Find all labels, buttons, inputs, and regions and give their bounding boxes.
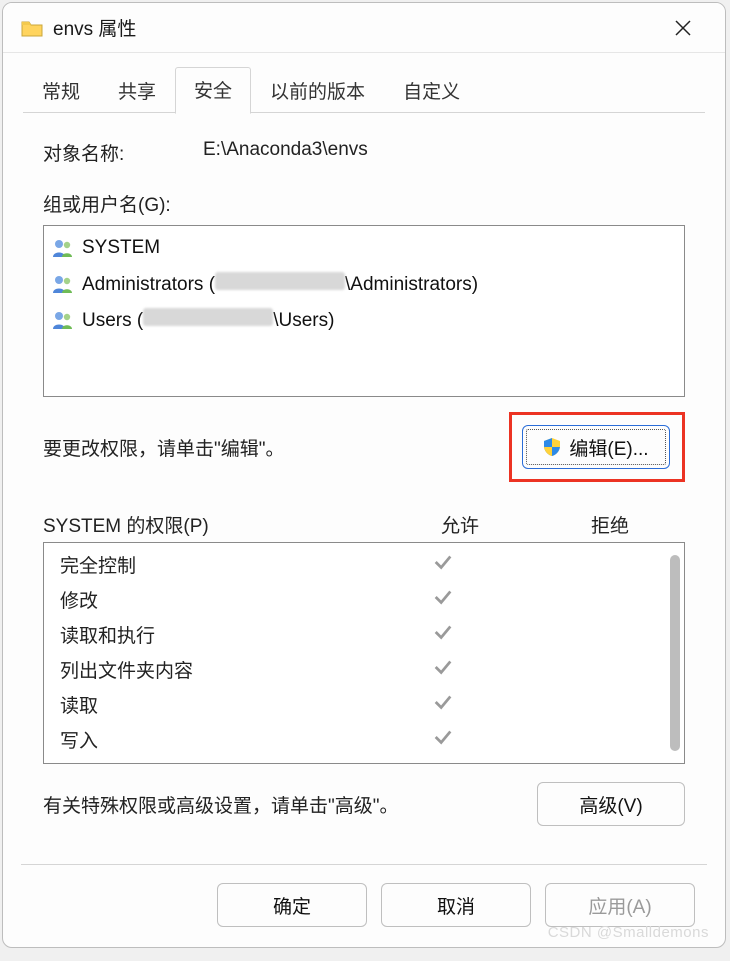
highlight-annotation: 编辑(E)...	[509, 412, 685, 482]
object-name-label: 对象名称:	[43, 139, 203, 166]
edit-hint: 要更改权限，请单击"编辑"。	[43, 434, 509, 461]
properties-window: envs 属性 常规 共享 安全 以前的版本 自定义 对象名称: E:\Anac…	[2, 2, 726, 948]
permissions-header-name: SYSTEM 的权限(P)	[43, 511, 385, 538]
permission-row: 修改	[60, 582, 668, 617]
permission-name: 列出文件夹内容	[60, 656, 368, 683]
permissions-header-deny: 拒绝	[535, 511, 685, 538]
tab-sharing[interactable]: 共享	[99, 68, 175, 114]
groups-listbox[interactable]: SYSTEM Administrators (\Administrators) …	[43, 225, 685, 397]
permission-name: 写入	[60, 726, 368, 753]
titlebar: envs 属性	[3, 3, 725, 53]
close-button[interactable]	[659, 4, 707, 52]
permissions-listbox[interactable]: 完全控制 修改 读取和执行 列出文件夹内容	[43, 542, 685, 764]
check-icon	[368, 621, 518, 649]
scrollbar[interactable]	[670, 555, 680, 751]
permission-name: 修改	[60, 586, 368, 613]
permission-row: 写入	[60, 722, 668, 757]
permission-row: 完全控制	[60, 547, 668, 582]
users-icon	[52, 310, 74, 330]
folder-icon	[21, 19, 43, 37]
permission-name: 读取和执行	[60, 621, 368, 648]
dialog-button-bar: 确定 取消 应用(A)	[3, 865, 725, 947]
list-item-label: Users (\Users)	[82, 308, 334, 332]
groups-label: 组或用户名(G):	[43, 190, 685, 217]
permission-row: 列出文件夹内容	[60, 652, 668, 687]
users-icon	[52, 274, 74, 294]
permission-name: 完全控制	[60, 551, 368, 578]
tab-content-security: 对象名称: E:\Anaconda3\envs 组或用户名(G): SYSTEM…	[3, 113, 725, 864]
tab-security[interactable]: 安全	[175, 67, 251, 114]
ok-button[interactable]: 确定	[217, 883, 367, 927]
list-item[interactable]: Users (\Users)	[52, 302, 676, 338]
list-item-label: SYSTEM	[82, 237, 160, 259]
shield-icon	[543, 437, 561, 457]
apply-button[interactable]: 应用(A)	[545, 883, 695, 927]
list-item[interactable]: SYSTEM	[52, 230, 676, 266]
check-icon	[368, 691, 518, 719]
check-icon	[368, 551, 518, 579]
check-icon	[368, 726, 518, 754]
tab-general[interactable]: 常规	[23, 68, 99, 114]
object-name-value: E:\Anaconda3\envs	[203, 139, 368, 166]
tab-customize[interactable]: 自定义	[384, 68, 479, 114]
advanced-hint: 有关特殊权限或高级设置，请单击"高级"。	[43, 791, 537, 818]
edit-button[interactable]: 编辑(E)...	[522, 425, 670, 469]
permission-row: 读取和执行	[60, 617, 668, 652]
advanced-button[interactable]: 高级(V)	[537, 782, 685, 826]
cancel-button[interactable]: 取消	[381, 883, 531, 927]
users-icon	[52, 238, 74, 258]
check-icon	[368, 656, 518, 684]
permissions-header-allow: 允许	[385, 511, 535, 538]
tab-previous-versions[interactable]: 以前的版本	[251, 68, 384, 114]
check-icon	[368, 586, 518, 614]
permission-row: 读取	[60, 687, 668, 722]
tabstrip: 常规 共享 安全 以前的版本 自定义	[3, 53, 725, 113]
list-item-label: Administrators (\Administrators)	[82, 272, 478, 296]
list-item[interactable]: Administrators (\Administrators)	[52, 266, 676, 302]
permission-name: 读取	[60, 691, 368, 718]
advanced-button-label: 高级(V)	[579, 791, 642, 818]
edit-button-label: 编辑(E)...	[569, 434, 648, 461]
window-title: envs 属性	[53, 14, 136, 41]
